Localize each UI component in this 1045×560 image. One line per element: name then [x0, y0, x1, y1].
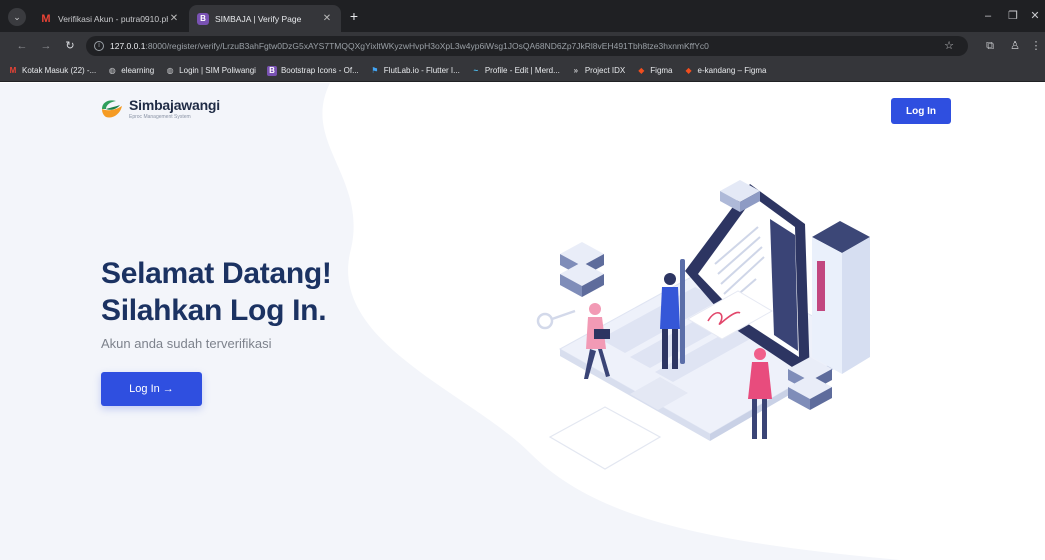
bookmark-item[interactable]: ◆ Figma — [636, 66, 672, 76]
tab-simbaja[interactable]: B SIMBAJA | Verify Page ✕ — [189, 5, 341, 32]
tab-gmail[interactable]: M Verifikasi Akun - putra0910.ph... ✕ — [32, 5, 188, 32]
bookmarks-bar: M Kotak Masuk (22) -... ◍ elearning ◍ Login… — [0, 60, 1045, 82]
brand-name: Simbajawangi — [129, 97, 220, 113]
url-host: 127.0.0.1 — [110, 41, 146, 51]
window-close-icon[interactable]: ✕ — [1027, 8, 1043, 24]
profile-icon[interactable]: ♙ — [1007, 38, 1023, 54]
extensions-icon[interactable]: ⧉ — [982, 38, 998, 54]
tab-search-icon[interactable]: ⌄ — [8, 8, 26, 26]
close-icon[interactable]: ✕ — [168, 13, 180, 24]
close-icon[interactable]: ✕ — [321, 13, 333, 24]
new-tab-icon[interactable]: + — [346, 8, 362, 24]
server-lights — [817, 261, 825, 311]
verification-status-text: Akun anda sudah terverifikasi — [101, 336, 272, 351]
page-viewport: Simbajawangi Eproc Management System Log… — [0, 83, 1045, 560]
hero-title: Selamat Datang! Silahkan Log In. — [101, 255, 332, 329]
bootstrap-icon: B — [266, 65, 277, 76]
url-path: :8000/register/verify/LrzuB3ahFgtw0DzG5x… — [145, 41, 709, 51]
restore-icon[interactable]: ❐ — [1005, 8, 1021, 24]
bookmark-item[interactable]: ◍ Login | SIM Poliwangi — [165, 66, 256, 76]
menu-icon[interactable]: ⋮ — [1028, 38, 1044, 54]
forward-icon[interactable]: → — [38, 38, 54, 54]
bookmark-item[interactable]: » Project IDX — [571, 65, 626, 76]
browser-toolbar: ← → ↻ i 127.0.0.1 :8000/register/verify/… — [0, 32, 1045, 60]
server-stack-left — [560, 242, 604, 297]
globe-icon: ◍ — [166, 65, 174, 75]
hero-title-line-2: Silahkan Log In. — [101, 294, 327, 327]
bookmark-item[interactable]: ⚑ FlutLab.io - Flutter I... — [370, 66, 460, 76]
bootstrap-icon: B — [197, 12, 209, 25]
bookmark-item[interactable]: M Kotak Masuk (22) -... — [8, 65, 97, 76]
figma-icon: ◆ — [685, 65, 692, 75]
bookmark-item[interactable]: B Bootstrap Icons - Of... — [266, 65, 359, 76]
bookmark-item[interactable]: ~ Profile - Edit | Merd... — [471, 65, 559, 76]
minimize-icon[interactable]: – — [980, 8, 996, 24]
figma-icon: ◆ — [638, 65, 645, 75]
idx-icon: » — [573, 65, 579, 75]
logo-text: Simbajawangi Eproc Management System — [129, 97, 220, 121]
header-login-button[interactable]: Log In — [891, 98, 951, 124]
address-bar[interactable]: i 127.0.0.1 :8000/register/verify/LrzuB3… — [86, 36, 968, 56]
brand-logo[interactable]: Simbajawangi Eproc Management System — [100, 97, 220, 121]
screen-sidebar — [770, 219, 798, 351]
pen — [680, 259, 685, 364]
hero-title-line-1: Selamat Datang! — [101, 257, 332, 290]
brand-tagline: Eproc Management System — [129, 114, 191, 120]
server-tower-left — [812, 237, 842, 374]
globe-icon: ◍ — [108, 65, 116, 75]
tab-title: SIMBAJA | Verify Page — [215, 13, 302, 24]
merdeka-icon: ~ — [473, 65, 479, 75]
bookmark-item[interactable]: ◍ elearning — [107, 66, 154, 76]
browser-tab-strip: ⌄ M Verifikasi Akun - putra0910.ph... ✕ … — [0, 0, 1045, 32]
reload-icon[interactable]: ↻ — [62, 38, 78, 54]
hero-login-button[interactable]: Log In → — [101, 372, 202, 406]
logo-mark-icon — [102, 100, 122, 118]
site-info-icon[interactable]: i — [94, 41, 104, 51]
tab-title: Verifikasi Akun - putra0910.ph... — [58, 13, 168, 24]
laptop-illustration — [536, 180, 870, 470]
key — [536, 312, 554, 330]
back-icon[interactable]: ← — [14, 38, 30, 54]
server-tower-right — [842, 237, 870, 374]
bookmark-star-icon[interactable]: ☆ — [944, 39, 954, 52]
floor-tile — [548, 406, 662, 470]
gmail-icon: M — [9, 65, 17, 75]
gmail-icon: M — [41, 12, 51, 25]
flutter-icon: ⚑ — [371, 65, 379, 75]
bookmark-item[interactable]: ◆ e-kandang – Figma — [684, 65, 766, 76]
